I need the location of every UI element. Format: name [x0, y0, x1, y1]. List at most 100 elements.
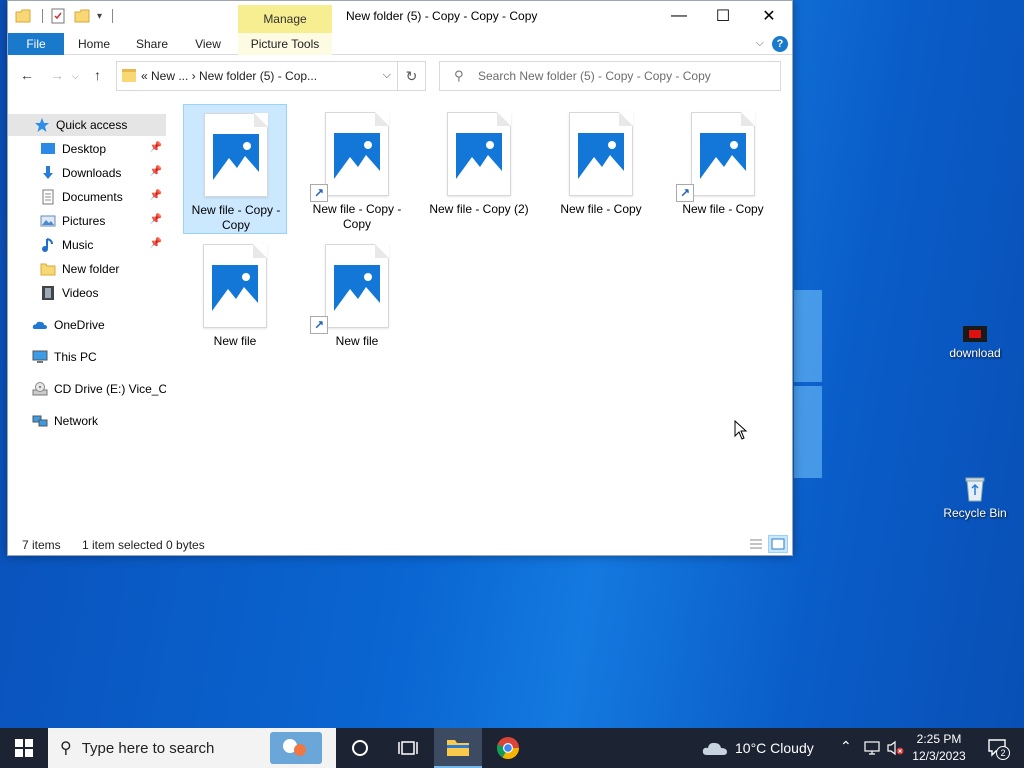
up-arrow-icon[interactable]: ↑	[94, 67, 101, 83]
cortana-button[interactable]	[338, 728, 382, 768]
volume-muted-icon[interactable]	[886, 740, 904, 756]
address-dropdown-chevron-icon[interactable]: ⌵	[383, 69, 391, 82]
desktop-icon-download[interactable]: download	[937, 326, 1013, 360]
forward-arrow-icon[interactable]: →	[50, 67, 64, 83]
sidebar-item-documents[interactable]: Documents 📌	[8, 186, 166, 208]
file-item[interactable]: ↗ New file - Copy	[671, 104, 775, 234]
computer-icon	[32, 350, 48, 363]
sidebar-item-music[interactable]: Music 📌	[8, 234, 166, 256]
help-icon[interactable]: ?	[772, 36, 788, 52]
taskbar: ⚲ Type here to search 10°C Cloudy ⌃ 2:25	[0, 728, 1024, 768]
file-item[interactable]: ↗ New file	[305, 236, 409, 366]
file-explorer-folder-icon	[447, 740, 469, 756]
weather-text[interactable]: 10°C Cloudy	[735, 740, 814, 756]
taskbar-clock[interactable]: 2:25 PM 12/3/2023	[906, 731, 972, 765]
file-item[interactable]: New file - Copy - Copy	[183, 104, 287, 234]
desktop-icon	[41, 143, 55, 154]
red-image-icon	[963, 326, 987, 342]
file-item[interactable]: ↗ New file - Copy - Copy	[305, 104, 409, 234]
network-tray-icon[interactable]	[864, 740, 880, 756]
pin-icon[interactable]: 📌	[150, 238, 162, 249]
minimize-icon: —	[671, 7, 687, 24]
clock-date: 12/3/2023	[912, 749, 966, 763]
desktop-icon-recycle-bin[interactable]: Recycle Bin	[937, 476, 1013, 520]
large-icons-view-button[interactable]	[768, 535, 788, 553]
cortana-circle-icon	[352, 740, 368, 756]
file-label: New file - Copy	[682, 202, 764, 216]
address-bar[interactable]: « New ... › New folder (5) - Cop... ⌵ ↻	[116, 61, 426, 91]
selection-info: 1 item selected 0 bytes	[82, 538, 205, 552]
maximize-button[interactable]: ☐	[700, 1, 746, 31]
tab-picture-tools[interactable]: Picture Tools	[238, 33, 332, 55]
new-folder-icon[interactable]	[73, 7, 91, 25]
recent-locations-chevron-icon[interactable]: ⌵	[72, 71, 79, 82]
tab-share[interactable]: Share	[128, 33, 176, 55]
weather-cloud-icon	[702, 742, 727, 755]
sidebar-item-label: This PC	[54, 350, 97, 364]
folder-icon	[122, 69, 136, 82]
file-explorer-window: ▾ Manage New folder (5) - Copy - Copy - …	[7, 0, 793, 556]
sidebar-item-network[interactable]: Network	[8, 410, 166, 432]
windows-logo-pane-top	[794, 290, 822, 382]
file-item[interactable]: New file - Copy (2)	[427, 104, 531, 234]
file-item[interactable]: New file - Copy	[549, 104, 653, 234]
file-list-view[interactable]: New file - Copy - Copy ↗ New file - Copy…	[176, 97, 788, 529]
file-item[interactable]: New file	[183, 236, 287, 366]
pin-icon[interactable]: 📌	[150, 142, 162, 153]
navigation-pane: Quick access Desktop 📌 Downloads 📌 Docum…	[8, 109, 166, 529]
show-hidden-icons-chevron-icon[interactable]: ⌃	[840, 738, 852, 755]
back-arrow-icon[interactable]: ←	[20, 67, 34, 83]
music-note-icon	[42, 238, 53, 252]
close-button[interactable]: ✕	[746, 1, 792, 31]
refresh-icon[interactable]: ↻	[397, 62, 425, 90]
taskbar-search-box[interactable]: ⚲ Type here to search	[48, 728, 336, 768]
star-icon	[35, 118, 49, 132]
tab-file[interactable]: File	[8, 33, 64, 55]
sidebar-item-label: Desktop	[62, 142, 107, 156]
sidebar-item-this-pc[interactable]: This PC	[8, 346, 166, 368]
properties-check-icon[interactable]	[49, 7, 67, 25]
manage-contextual-tab[interactable]: Manage	[238, 5, 332, 33]
search-box[interactable]: ⚲	[439, 61, 781, 91]
pictures-icon	[40, 215, 56, 227]
action-center-button[interactable]: 2	[978, 728, 1018, 768]
details-view-button[interactable]	[746, 535, 766, 553]
task-view-button[interactable]	[386, 728, 430, 768]
image-file-icon	[325, 112, 389, 196]
clock-time: 2:25 PM	[916, 732, 962, 746]
pin-icon[interactable]: 📌	[150, 190, 162, 201]
ribbon-tab-bar: File Home Share View Picture Tools ⌵ ?	[8, 33, 792, 55]
search-icon: ⚲	[60, 740, 72, 757]
film-icon	[42, 286, 54, 300]
tab-home[interactable]: Home	[70, 33, 118, 55]
sidebar-item-label: OneDrive	[54, 318, 105, 332]
details-view-icon	[750, 539, 762, 549]
sidebar-item-downloads[interactable]: Downloads 📌	[8, 162, 166, 184]
folder-icon[interactable]	[14, 7, 32, 25]
sidebar-item-desktop[interactable]: Desktop 📌	[8, 138, 166, 160]
cd-drive-icon	[32, 382, 48, 396]
title-bar[interactable]: ▾ Manage New folder (5) - Copy - Copy - …	[8, 1, 792, 33]
taskbar-file-explorer-button[interactable]	[434, 728, 482, 768]
quick-access-toolbar: ▾	[14, 7, 114, 25]
start-button[interactable]	[0, 728, 48, 768]
search-highlight-image-icon	[270, 732, 322, 764]
cloud-icon	[32, 321, 47, 329]
sidebar-item-pictures[interactable]: Pictures 📌	[8, 210, 166, 232]
taskbar-chrome-button[interactable]	[484, 728, 532, 768]
sidebar-item-videos[interactable]: Videos	[8, 282, 166, 304]
sidebar-item-cd-drive[interactable]: CD Drive (E:) Vice_Cit	[8, 378, 166, 400]
tab-view[interactable]: View	[184, 33, 232, 55]
sidebar-item-onedrive[interactable]: OneDrive	[8, 314, 166, 336]
address-breadcrumb[interactable]: « New ... › New folder (5) - Cop...	[141, 69, 317, 83]
sidebar-item-new-folder[interactable]: New folder	[8, 258, 166, 280]
pin-icon[interactable]: 📌	[150, 166, 162, 177]
file-label: New file - Copy	[560, 202, 642, 216]
customize-qat-icon[interactable]: ▾	[97, 11, 102, 22]
large-icons-view-icon	[771, 538, 785, 550]
expand-ribbon-chevron-icon[interactable]: ⌵	[756, 37, 764, 50]
search-input[interactable]	[478, 67, 774, 85]
minimize-button[interactable]: —	[656, 1, 702, 31]
pin-icon[interactable]: 📌	[150, 214, 162, 225]
sidebar-item-quick-access[interactable]: Quick access	[8, 114, 166, 136]
